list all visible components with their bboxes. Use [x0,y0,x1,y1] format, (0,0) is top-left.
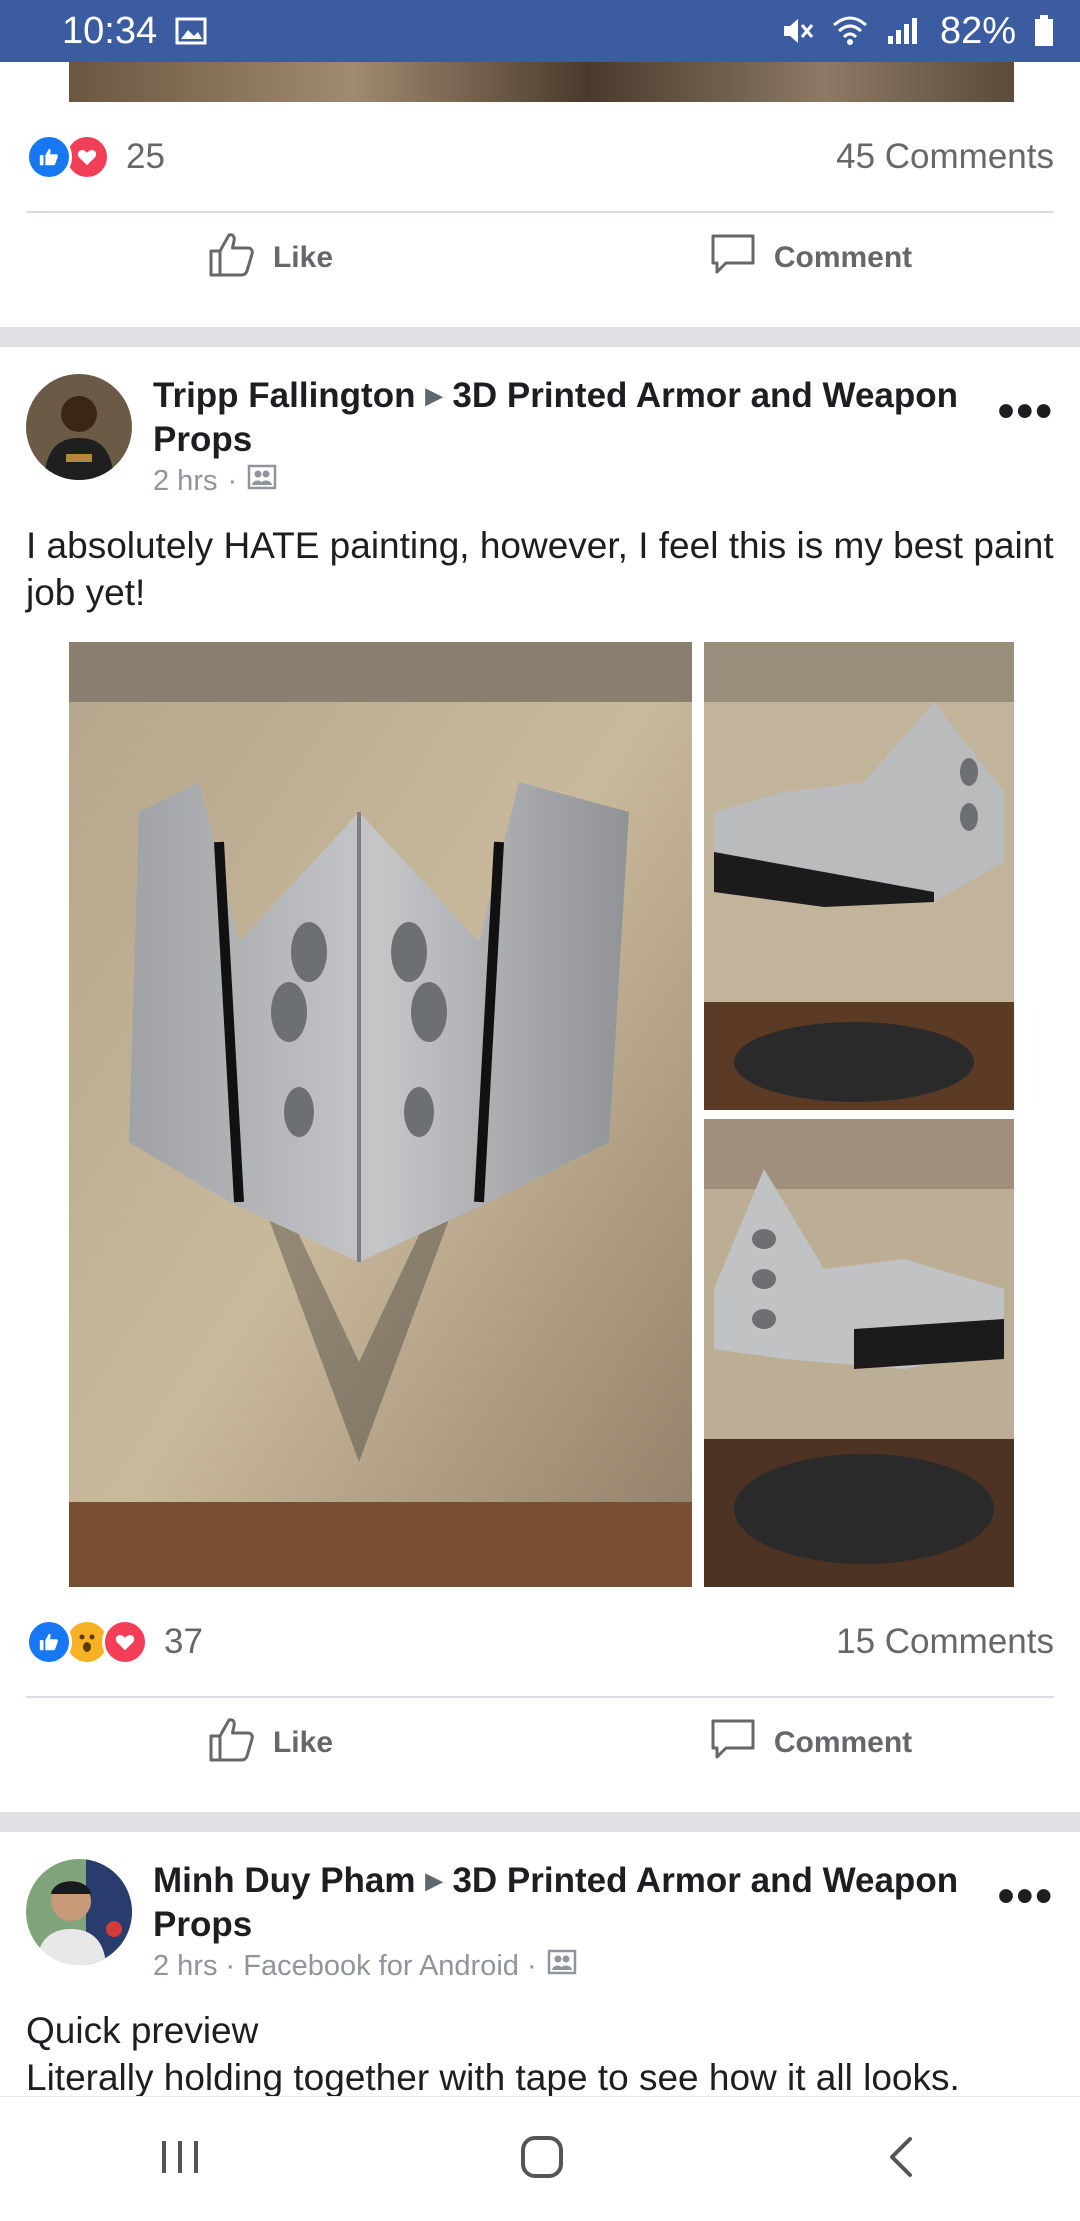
status-bar: 10:34 82% [0,0,1080,62]
photo-top-right[interactable] [704,642,1014,1110]
reaction-count: 25 [126,137,165,176]
arrow-right-icon: ▶ [425,1868,443,1893]
comment-label: Comment [773,241,913,274]
status-time: 10:34 [62,9,158,52]
battery-icon [1034,15,1054,47]
battery-percent: 82% [939,9,1016,52]
post-text: I absolutely HATE painting, however, I f… [26,525,1054,613]
comment-icon [708,1714,758,1772]
post-separator [0,327,1080,347]
previous-post-photo[interactable] [69,62,1014,102]
like-label: Like [272,1726,334,1759]
post-time[interactable]: 2 hrs [153,465,217,498]
like-reaction-icon [26,1619,72,1665]
post-text-line: Quick preview [26,2010,259,2051]
like-reaction-icon [26,134,72,180]
back-icon[interactable] [882,2133,922,2186]
reaction-summary[interactable]: 37 [26,1619,203,1665]
post-text: Quick preview Literally holding together… [26,2007,1056,2097]
like-label: Like [272,241,334,274]
comment-button[interactable]: Comment [540,229,1080,287]
reaction-count: 37 [164,1622,203,1661]
arrow-right-icon: ▶ [425,383,443,408]
author-name[interactable]: Minh Duy Pham [153,1861,416,1900]
photo-bottom-right[interactable] [704,1119,1014,1587]
post-reactions-row: 37 15 Comments [26,1607,1054,1677]
thumbs-up-icon [207,229,257,287]
author-name[interactable]: Tripp Fallington [153,376,415,415]
post-separator [0,1812,1080,1832]
photo-grid [69,642,1014,1587]
love-reaction-icon [102,1619,148,1665]
post-actions: Like Comment [0,1698,1080,1788]
wifi-icon [832,15,868,47]
post-header: Tripp Fallington ▶ 3D Printed Armor and We… [26,374,1054,504]
home-icon[interactable] [518,2133,566,2186]
more-icon[interactable]: ••• [998,384,1054,439]
reaction-summary[interactable]: 25 [26,134,165,180]
more-icon[interactable]: ••• [998,1869,1054,1924]
comment-button[interactable]: Comment [540,1714,1080,1772]
system-navigation-bar [0,2096,1080,2221]
signal-icon [886,16,922,46]
like-button[interactable]: Like [0,229,540,287]
group-icon [247,464,277,498]
group-icon [547,1949,577,1983]
like-button[interactable]: Like [0,1714,540,1772]
previous-post-reactions-row: 25 45 Comments [26,122,1054,192]
post-header: Minh Duy Pham ▶ 3D Printed Armor and Weapo… [26,1859,1054,1989]
photo-main[interactable] [69,642,692,1587]
image-icon [175,16,207,46]
comment-label: Comment [773,1726,913,1759]
mute-icon [780,15,814,47]
previous-post-actions: Like Comment [0,213,1080,303]
recent-apps-icon[interactable] [158,2137,202,2182]
comment-icon [708,229,758,287]
comments-count[interactable]: 15 Comments [836,1622,1054,1662]
avatar[interactable] [26,1859,132,1965]
avatar[interactable] [26,374,132,480]
post-text-line: Literally holding together with tape to … [26,2057,960,2097]
comments-count[interactable]: 45 Comments [836,137,1054,177]
thumbs-up-icon [207,1714,257,1772]
post-time[interactable]: 2 hrs · Facebook for Android · [153,1950,537,1983]
